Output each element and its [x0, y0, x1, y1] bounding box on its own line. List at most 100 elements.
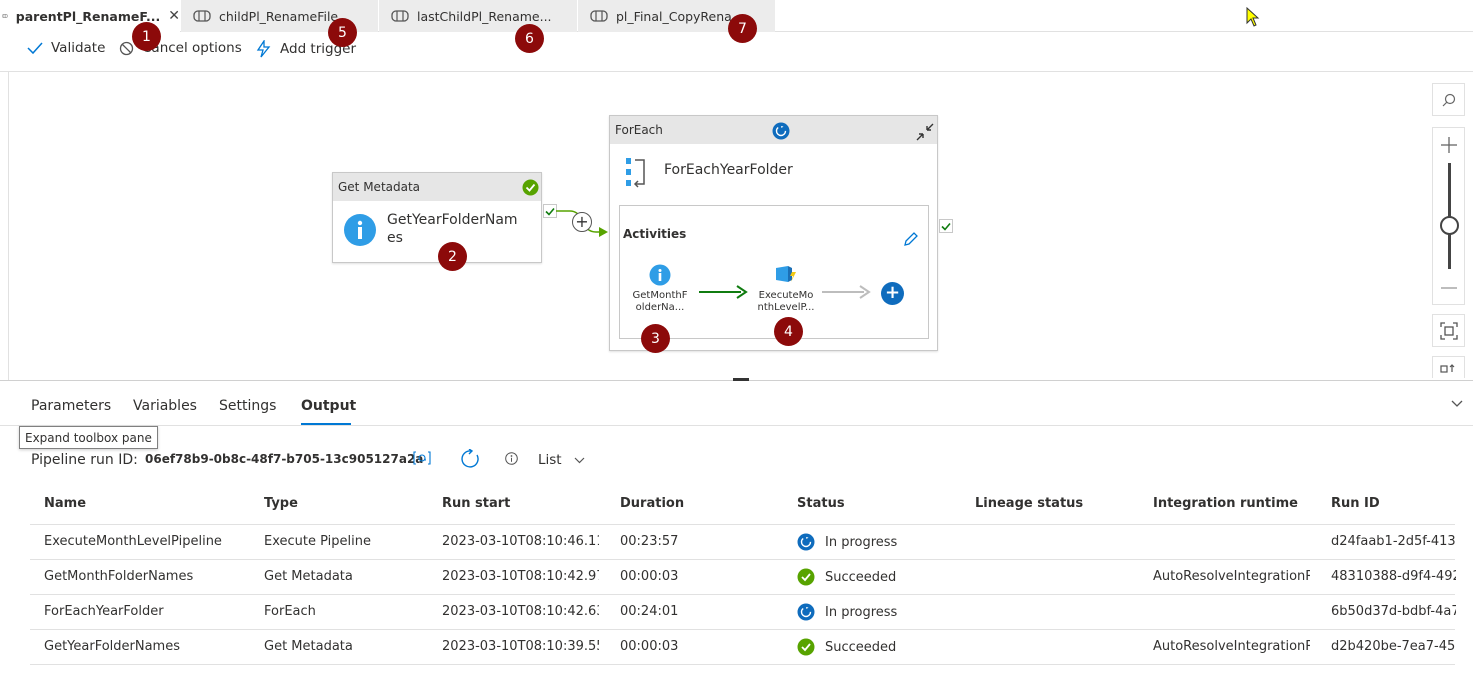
search-icon [1442, 93, 1455, 106]
success-icon [797, 568, 815, 586]
zoom-control [1432, 127, 1465, 305]
column-header-status[interactable]: Status [797, 496, 845, 511]
annotation-badge-4: 4 [774, 317, 803, 346]
in-progress-icon [797, 603, 815, 621]
tab-last-child-pipeline[interactable]: lastChildPl_Rename... [379, 0, 577, 32]
zoom-slider[interactable] [1433, 161, 1464, 271]
table-cell-name: GetMonthFolderNames [44, 569, 194, 584]
table-cell-runtime: AutoResolveIntegrationR [1153, 569, 1310, 584]
checkmark-icon [941, 222, 951, 231]
table-cell-run-start: 2023-03-10T08:10:42.975 [442, 569, 599, 584]
column-header-duration[interactable]: Duration [620, 496, 684, 511]
pipeline-icon [391, 10, 409, 22]
fit-screen-icon [1439, 321, 1458, 340]
annotation-badge-5: 5 [328, 18, 357, 47]
tab-label: pl_Final_CopyRena... [616, 8, 744, 24]
connector-arrow [699, 285, 748, 299]
column-header-name[interactable]: Name [44, 496, 86, 511]
inner-activity-name: ExecuteMo nthLevelP... [757, 290, 815, 313]
table-cell-type: Get Metadata [264, 569, 353, 584]
tab-output[interactable]: Output [301, 398, 356, 414]
table-cell-run-start: 2023-03-10T08:10:39.553 [442, 639, 599, 654]
table-cell-duration: 00:23:57 [620, 534, 679, 549]
chevron-down-icon [574, 457, 585, 463]
fit-to-screen-button[interactable] [1432, 314, 1465, 347]
table-cell-type: Get Metadata [264, 639, 353, 654]
info-icon [649, 264, 671, 286]
zoom-out-button[interactable] [1433, 271, 1464, 304]
minus-icon [1440, 286, 1457, 289]
tab-variables[interactable]: Variables [133, 398, 197, 414]
view-dropdown[interactable]: List [538, 452, 585, 468]
pipeline-icon [193, 10, 211, 22]
table-cell-status: Succeeded [797, 638, 957, 656]
inner-activity-name: GetMonthF olderNa... [632, 290, 688, 313]
add-connection-icon[interactable]: + [572, 212, 592, 232]
collapse-icon[interactable] [916, 123, 934, 141]
zoom-in-button[interactable] [1433, 128, 1464, 161]
foreach-activity[interactable]: ForEach ForEachYearFolder Activities Get… [609, 115, 938, 351]
tab-parameters[interactable]: Parameters [31, 398, 111, 414]
tab-label: parentPl_RenameF... [15, 8, 161, 24]
table-cell-name: ExecuteMonthLevelPipeline [44, 534, 222, 549]
plus-icon [1440, 136, 1457, 153]
annotation-badge-6: 6 [515, 24, 544, 53]
table-cell-run-id: 6b50d37d-bdbf-4a7 [1331, 604, 1456, 619]
column-header-run-start[interactable]: Run start [442, 496, 510, 511]
validate-button[interactable]: Validate [27, 40, 105, 56]
edit-icon[interactable] [903, 231, 919, 247]
pipeline-icon [590, 10, 608, 22]
column-header-type[interactable]: Type [264, 496, 298, 511]
tab-settings[interactable]: Settings [219, 398, 276, 414]
table-cell-run-start: 2023-03-10T08:10:42.631 [442, 604, 599, 619]
connector-arrow [822, 285, 871, 299]
close-icon[interactable]: ✕ [168, 8, 180, 24]
column-header-integration-runtime[interactable]: Integration runtime [1153, 496, 1298, 511]
copy-icon[interactable] [413, 451, 431, 465]
inner-activity-get-month-folder-names[interactable]: GetMonthF olderNa... [628, 262, 692, 322]
column-header-run-id[interactable]: Run ID [1331, 496, 1380, 511]
slider-thumb[interactable] [1440, 216, 1459, 235]
run-id-label: Pipeline run ID: [31, 452, 138, 468]
column-header-lineage-status[interactable]: Lineage status [975, 496, 1083, 511]
table-cell-run-start: 2023-03-10T08:10:46.116 [442, 534, 599, 549]
table-cell-duration: 00:00:03 [620, 639, 679, 654]
success-icon [797, 638, 815, 656]
table-cell-status: In progress [797, 533, 957, 551]
success-output-checkbox[interactable] [939, 219, 953, 233]
refresh-icon[interactable] [461, 449, 481, 469]
foreach-icon [626, 158, 645, 188]
auto-align-button[interactable] [1432, 356, 1465, 378]
auto-align-icon [1439, 363, 1454, 373]
info-icon[interactable] [505, 452, 518, 465]
success-output-checkbox[interactable] [543, 204, 557, 218]
panel-divider [0, 425, 1473, 426]
table-cell-run-id: d24faab1-2d5f-4135 [1331, 534, 1456, 549]
table-cell-name: ForEachYearFolder [44, 604, 164, 619]
success-icon [522, 179, 539, 196]
search-button[interactable] [1432, 83, 1465, 116]
lightning-icon [256, 40, 271, 58]
add-activity-button[interactable]: + [881, 282, 904, 305]
mouse-cursor-icon [1246, 7, 1260, 27]
checkmark-icon [545, 207, 555, 216]
table-cell-runtime: AutoResolveIntegrationR [1153, 639, 1310, 654]
execute-pipeline-icon [776, 266, 796, 282]
splitter-handle[interactable] [733, 378, 749, 381]
table-cell-status: Succeeded [797, 568, 957, 586]
annotation-badge-2: 2 [438, 242, 467, 271]
in-progress-icon [797, 533, 815, 551]
annotation-badge-7: 7 [728, 14, 757, 43]
activity-header: Get Metadata [333, 173, 541, 201]
activities-container[interactable]: Activities GetMonthF olderNa... ExecuteM… [619, 205, 929, 339]
tooltip: Expand toolbox pane [19, 426, 158, 449]
get-metadata-activity[interactable]: Get Metadata GetYearFolderNam es [332, 172, 542, 263]
cancel-icon [119, 41, 134, 55]
annotation-badge-1: 1 [132, 22, 161, 51]
table-cell-type: Execute Pipeline [264, 534, 371, 549]
table-cell-status: In progress [797, 603, 957, 621]
in-progress-icon [772, 122, 790, 140]
chevron-down-icon[interactable] [1451, 400, 1463, 408]
tab-label: childPl_RenameFile... [219, 8, 351, 24]
inner-activity-execute-month-level-pipeline[interactable]: ExecuteMo nthLevelP... [752, 262, 820, 322]
